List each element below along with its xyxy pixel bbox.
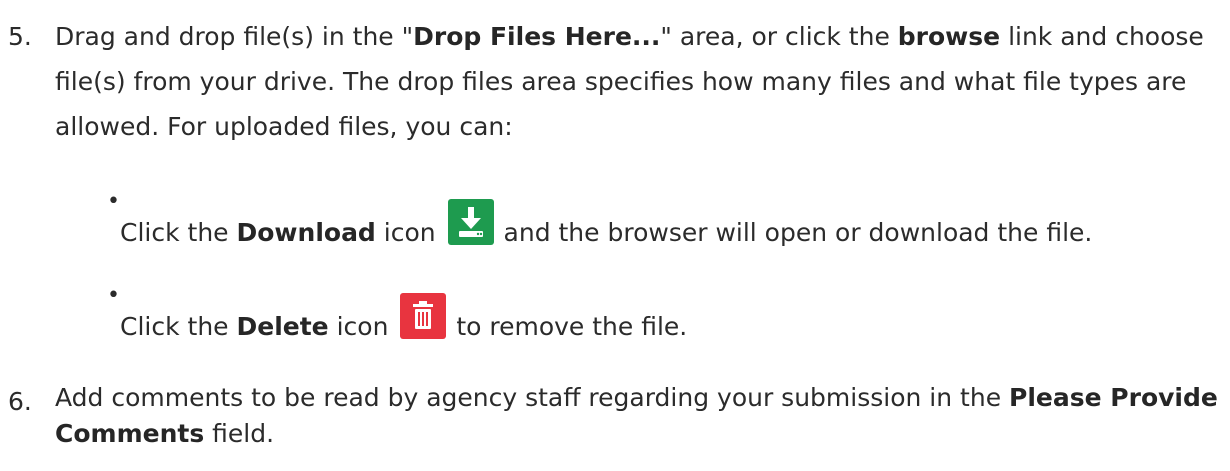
delete-label: Delete (236, 312, 329, 341)
bullet-text: Click the Delete icon to remove the file… (120, 293, 1220, 346)
bullet-dot: • (107, 283, 120, 308)
step-number: 6. (8, 387, 32, 416)
drop-files-area-label: Drop Files Here... (413, 22, 661, 51)
browse-link-label: browse (897, 22, 1001, 51)
step-text: Add comments to be read by agency staff … (55, 383, 1218, 448)
step-text: Drag and drop file(s) in the "Drop Files… (55, 22, 1204, 141)
bullet-dot: • (107, 189, 120, 214)
bullet-text: Click the Download icon and the browser … (120, 199, 1220, 252)
download-label: Download (236, 218, 376, 247)
download-icon (447, 199, 494, 245)
trash-icon (400, 293, 447, 339)
step-number: 5. (8, 22, 32, 51)
